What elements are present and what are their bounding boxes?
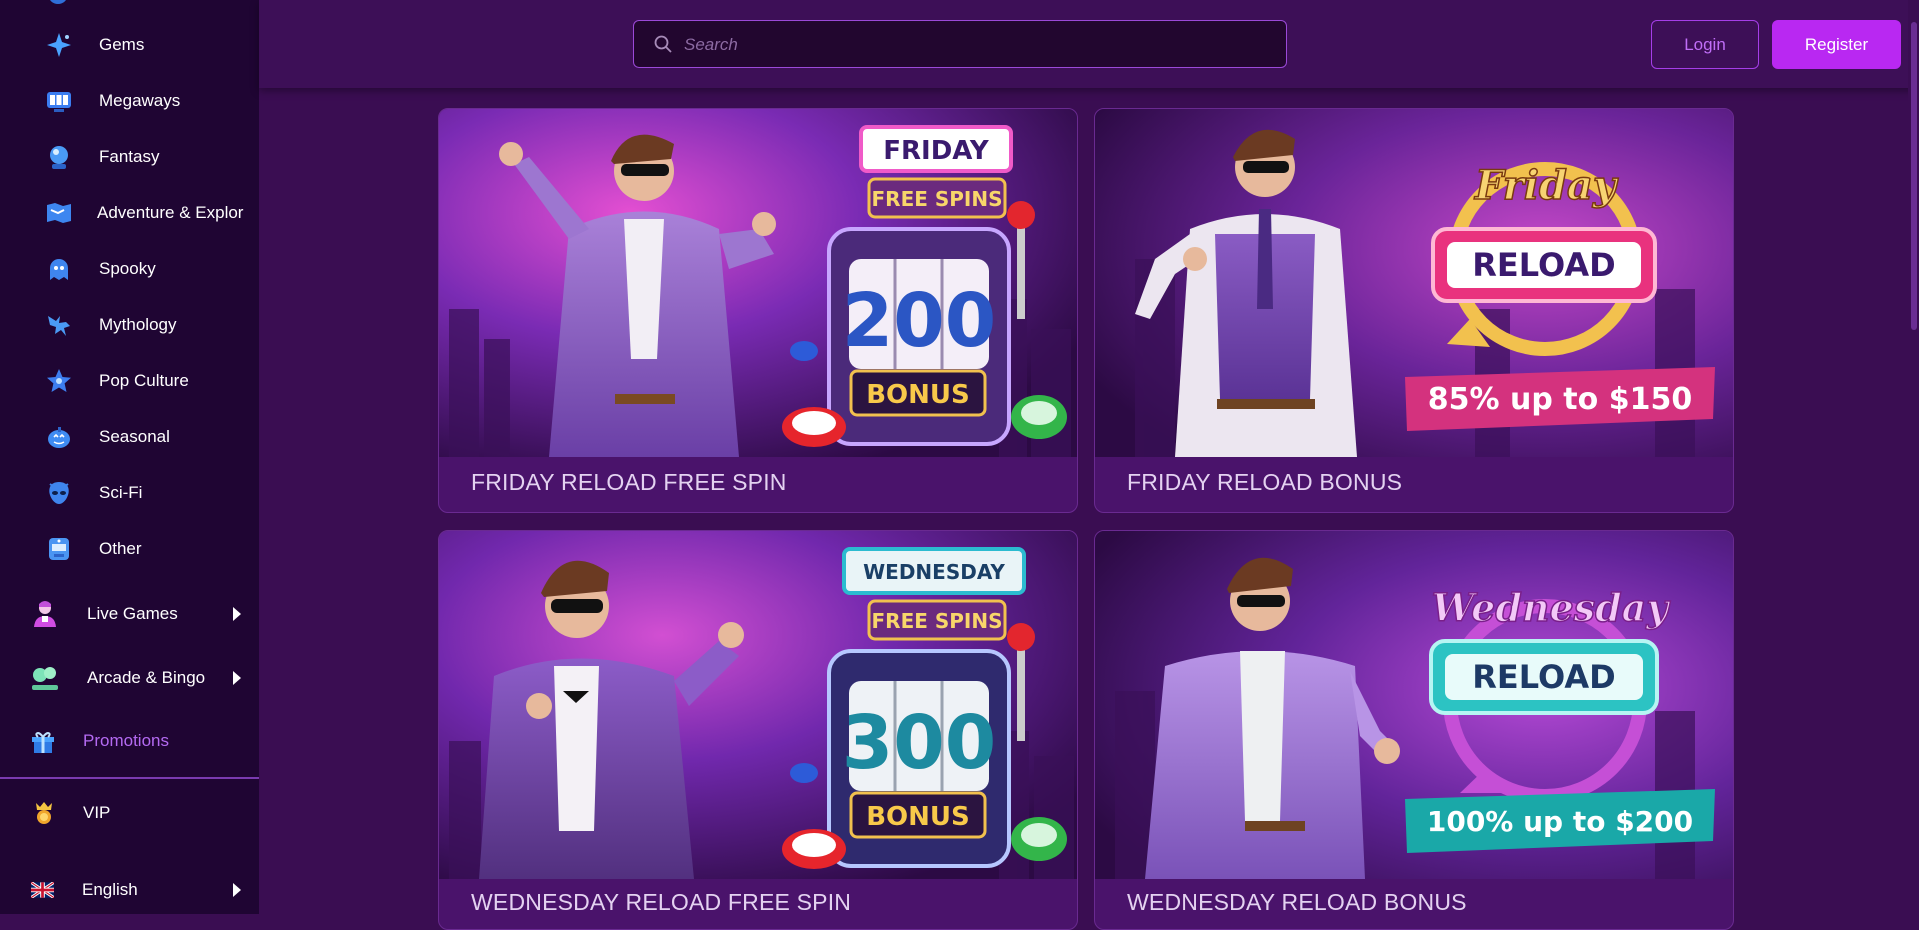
sidebar-item-fantasy[interactable]: Fantasy — [0, 134, 259, 180]
promo-banner-image: 200 FRIDAY FREE SPINS BONUS — [439, 109, 1077, 457]
banner-subtitle: FREE SPINS — [872, 187, 1003, 211]
banner-offer: 100% up to $200 — [1427, 805, 1693, 838]
banner-day: FRIDAY — [883, 136, 990, 166]
sidebar-item-adventure[interactable]: Adventure & Explor — [0, 190, 259, 236]
sidebar-item-label: Gems — [99, 35, 145, 54]
sidebar-item-label: Arcade & Bingo — [87, 668, 206, 687]
search-input[interactable] — [682, 21, 1266, 68]
promo-card-title: FRIDAY RELOAD BONUS — [1127, 469, 1403, 495]
banner-label: RELOAD — [1472, 658, 1615, 696]
sidebar-item-label: Spooky — [99, 259, 156, 278]
sidebar-item-label: Seasonal — [99, 427, 170, 446]
sidebar-divider — [0, 777, 259, 779]
sidebar-item-label: Promotions — [83, 731, 169, 750]
partial-icon — [48, 0, 68, 4]
slot-machine-icon — [46, 536, 72, 562]
promo-card-title: FRIDAY RELOAD FREE SPIN — [471, 469, 787, 495]
banner-subtitle: FREE SPINS — [872, 609, 1003, 633]
top-bar: Login Register — [259, 0, 1919, 88]
sidebar-item-arcade-bingo[interactable]: Arcade & Bingo — [0, 654, 259, 702]
sidebar-item-seasonal[interactable]: Seasonal — [0, 414, 259, 460]
ghost-icon — [46, 256, 72, 282]
sidebar-item-label: Megaways — [99, 91, 181, 110]
star-icon — [46, 368, 72, 394]
sidebar-item-mythology[interactable]: Mythology — [0, 302, 259, 348]
map-icon — [46, 200, 72, 226]
sparkle-icon — [46, 32, 72, 58]
slot-777-icon — [46, 88, 72, 114]
sidebar-item-label: VIP — [83, 803, 111, 822]
promo-banner-image: Friday RELOAD 85% up to $150 — [1095, 109, 1733, 457]
uk-flag-icon — [30, 881, 55, 899]
chevron-right-icon[interactable] — [233, 607, 241, 621]
dealer-icon — [30, 599, 60, 629]
banner-footer: BONUS — [866, 380, 970, 410]
search-bar[interactable] — [633, 20, 1287, 68]
banner-amount: 200 — [842, 278, 996, 364]
promo-card-friday-free-spin[interactable]: 200 FRIDAY FREE SPINS BONUS FRIDAY RELOA… — [438, 108, 1078, 513]
search-icon — [654, 35, 672, 58]
scrollbar-thumb[interactable] — [1911, 22, 1917, 330]
sidebar-item-label: Mythology — [99, 315, 177, 334]
sidebar-item-label: Sci-Fi — [99, 483, 143, 502]
promo-banner-image: Wednesday RELOAD 100% up to $200 — [1095, 531, 1733, 879]
banner-day: Wednesday — [1432, 585, 1672, 630]
crown-medal-icon — [31, 800, 57, 826]
pumpkin-icon — [46, 424, 72, 450]
sidebar-item-promotions[interactable]: Promotions — [0, 718, 259, 764]
sidebar-item-live-games[interactable]: Live Games — [0, 590, 259, 638]
promo-card-wednesday-free-spin[interactable]: 300 WEDNESDAY FREE SPINS BONUS WEDNESDAY… — [438, 530, 1078, 930]
sidebar-item-other[interactable]: Other — [0, 526, 259, 572]
sidebar-item-label: Adventure & Explor — [97, 203, 244, 222]
banner-amount: 300 — [842, 700, 996, 786]
sidebar-item-pop-culture[interactable]: Pop Culture — [0, 358, 259, 404]
sidebar-item-label: Fantasy — [99, 147, 160, 166]
sidebar: Gems Megaways Fantasy Adventure & Explor… — [0, 0, 259, 914]
sidebar-item-label: Pop Culture — [99, 371, 189, 390]
sidebar-item-label: Live Games — [87, 604, 178, 623]
sidebar-item-vip[interactable]: VIP — [0, 790, 259, 836]
banner-footer: BONUS — [866, 802, 970, 832]
arcade-icon — [30, 663, 60, 693]
crystal-ball-icon — [46, 144, 72, 170]
language-selector[interactable]: English — [0, 867, 259, 913]
chevron-right-icon[interactable] — [233, 671, 241, 685]
banner-day: Friday — [1474, 162, 1619, 209]
chevron-right-icon[interactable] — [233, 883, 241, 897]
banner-offer: 85% up to $150 — [1428, 382, 1692, 417]
banner-label: RELOAD — [1472, 246, 1615, 284]
alien-icon — [46, 480, 72, 506]
sidebar-item-megaways[interactable]: Megaways — [0, 78, 259, 124]
promo-card-title: WEDNESDAY RELOAD FREE SPIN — [471, 889, 852, 915]
sidebar-item-label: Other — [99, 539, 142, 558]
language-label: English — [82, 880, 138, 899]
promo-banner-image: 300 WEDNESDAY FREE SPINS BONUS — [439, 531, 1077, 879]
sidebar-item-gems[interactable]: Gems — [0, 22, 259, 68]
sidebar-item-sci-fi[interactable]: Sci-Fi — [0, 470, 259, 516]
login-button[interactable]: Login — [1651, 20, 1759, 69]
promo-card-wednesday-reload-bonus[interactable]: Wednesday RELOAD 100% up to $200 WEDNESD… — [1094, 530, 1734, 930]
gift-icon — [30, 728, 56, 754]
register-button[interactable]: Register — [1772, 20, 1901, 69]
pegasus-icon — [46, 312, 72, 338]
sidebar-item-spooky[interactable]: Spooky — [0, 246, 259, 292]
banner-day: WEDNESDAY — [863, 560, 1005, 584]
promo-card-title: WEDNESDAY RELOAD BONUS — [1127, 889, 1467, 915]
promo-card-friday-reload-bonus[interactable]: Friday RELOAD 85% up to $150 FRIDAY RELO… — [1094, 108, 1734, 513]
